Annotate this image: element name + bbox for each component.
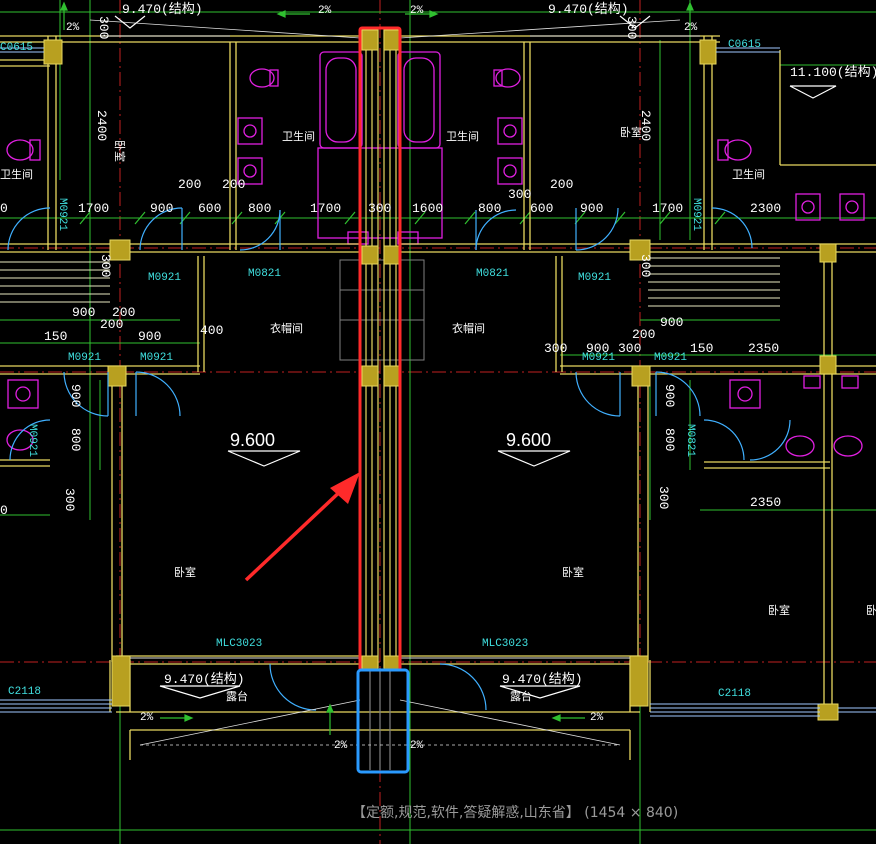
dim-label: 0 (0, 503, 8, 518)
tag-m0921: M0921 (68, 352, 101, 364)
room-bathroom: 卫生间 (732, 167, 765, 182)
room-bedroom: 卧室 (866, 603, 876, 618)
room-bedroom: 卧室 (174, 565, 196, 580)
slope-label: 2% (684, 22, 698, 34)
dim-label: 300 (624, 16, 639, 39)
slope-label: 2% (410, 740, 424, 752)
dim-label: 2350 (748, 341, 779, 356)
dim-label: 300 (638, 254, 653, 277)
slope-label: 2% (410, 5, 424, 17)
dim-label: 200 (222, 177, 245, 192)
dim-label: 400 (200, 323, 223, 338)
dim-label: 300 (508, 187, 531, 202)
dim-label: 200 (550, 177, 573, 192)
room-closet: 衣帽间 (452, 321, 485, 336)
dim-label: 800 (662, 428, 677, 451)
dim-label: 800 (68, 428, 83, 451)
room-bedroom: 卧室 (562, 565, 584, 580)
tag-c2118: C2118 (718, 688, 751, 700)
room-closet: 衣帽间 (270, 321, 303, 336)
dim-label: 2400 (638, 110, 653, 141)
tag-c0615: C0615 (0, 42, 33, 54)
dim-label: 900 (586, 341, 609, 356)
dim-label: 900 (68, 384, 83, 407)
dim-label: 900 (138, 329, 161, 344)
slope-label: 2% (66, 22, 80, 34)
dim-label: 800 (248, 201, 271, 216)
elev-right-upper: 11.100(结构) (790, 65, 876, 80)
room-bedroom: 卧室 (112, 140, 127, 162)
dim-label: 2300 (750, 201, 781, 216)
dim-label: 150 (44, 329, 67, 344)
dim-label: 300 (544, 341, 567, 356)
tag-mlc3023: MLC3023 (482, 638, 528, 650)
dim-label: 900 (72, 305, 95, 320)
dim-label: 900 (660, 315, 683, 330)
dim-label: 1700 (310, 201, 341, 216)
dim-label: 900 (662, 384, 677, 407)
room-bathroom: 卫生间 (446, 129, 479, 144)
tag-c2118: C2118 (8, 686, 41, 698)
tag-m0921: M0921 (56, 198, 68, 231)
elev-top-left: 9.470(结构) (122, 2, 203, 17)
dim-label: 200 (100, 317, 123, 332)
cad-floor-plan: 9.470(结构) 9.470(结构) 11.100(结构) 9.600 9.6… (0, 0, 876, 844)
tag-m0821: M0821 (476, 268, 509, 280)
dim-label: 200 (632, 327, 655, 342)
dim-label: 900 (580, 201, 603, 216)
dim-label: 600 (198, 201, 221, 216)
dim-label: 600 (530, 201, 553, 216)
room-bathroom: 卫生间 (0, 167, 33, 182)
dim-label: 300 (618, 341, 641, 356)
tag-m0921: M0921 (578, 272, 611, 284)
dim-label: 300 (62, 488, 77, 511)
dim-label: 0 (0, 201, 8, 216)
dim-label: 1700 (652, 201, 683, 216)
slope-label: 2% (334, 740, 348, 752)
tag-m0921: M0921 (26, 424, 38, 457)
elev-balcony-left: 9.470(结构) (164, 672, 245, 687)
slope-label: 2% (590, 712, 604, 724)
tag-m0921: M0921 (654, 352, 687, 364)
background (0, 0, 876, 844)
dim-label: 2400 (94, 110, 109, 141)
dim-label: 800 (478, 201, 501, 216)
dim-label: 150 (690, 341, 713, 356)
tag-m0921: M0921 (690, 198, 702, 231)
dim-label: 200 (178, 177, 201, 192)
dim-label: 300 (96, 16, 111, 39)
tag-m0821: M0821 (248, 268, 281, 280)
image-caption: 【定额,规范,软件,答疑解惑,山东省】 (1454 × 840) (352, 805, 679, 821)
tag-m0921: M0921 (148, 272, 181, 284)
slope-label: 2% (318, 5, 332, 17)
dim-label: 2350 (750, 495, 781, 510)
tag-c0615: C0615 (728, 39, 761, 51)
elev-top-right: 9.470(结构) (548, 2, 629, 17)
room-balcony: 露台 (226, 689, 248, 704)
elev-balcony-right: 9.470(结构) (502, 672, 583, 687)
tag-mlc3023: MLC3023 (216, 638, 262, 650)
slope-label: 2% (140, 712, 154, 724)
dim-label: 900 (150, 201, 173, 216)
dim-label: 300 (98, 254, 113, 277)
elev-floor-left: 9.600 (230, 430, 275, 450)
room-balcony: 露台 (510, 689, 532, 704)
dim-label: 300 (368, 201, 391, 216)
dim-label: 300 (656, 486, 671, 509)
tag-m0921: M0921 (140, 352, 173, 364)
tag-m0821: M0821 (684, 424, 696, 457)
dim-label: 1600 (412, 201, 443, 216)
dim-label: 1700 (78, 201, 109, 216)
elev-floor-right: 9.600 (506, 430, 551, 450)
room-bedroom: 卧室 (768, 603, 790, 618)
room-bathroom: 卫生间 (282, 129, 315, 144)
